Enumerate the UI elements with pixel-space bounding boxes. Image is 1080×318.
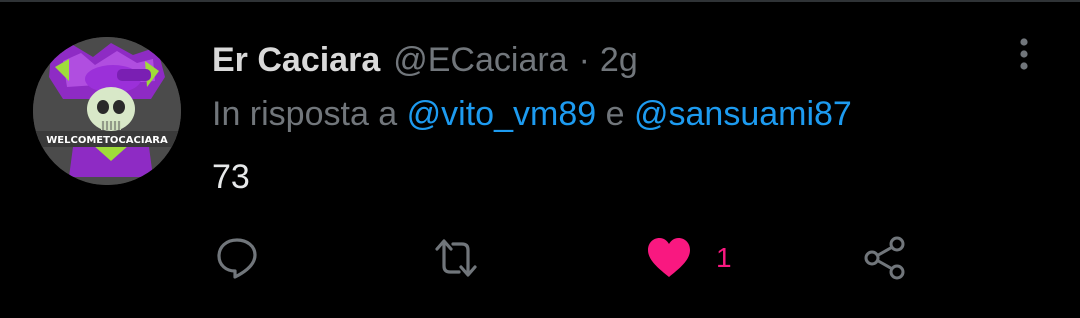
share-icon: [864, 236, 905, 280]
author-name[interactable]: Er Caciara: [212, 41, 380, 80]
top-divider: [0, 0, 1080, 2]
reply-conjunction: e: [605, 95, 625, 133]
reply-button[interactable]: [215, 236, 259, 280]
like-button[interactable]: 1: [646, 236, 732, 280]
header-separator: ·: [578, 40, 590, 79]
share-button[interactable]: [862, 236, 908, 280]
reply-context: In risposta a @vito_vm89 e @sansuami87: [212, 95, 852, 134]
reply-prefix: In risposta a: [212, 95, 398, 133]
author-handle[interactable]: @ECaciara: [393, 41, 567, 80]
avatar-banner-text: WELCOMETOCACIARA: [46, 135, 168, 146]
like-count: 1: [716, 242, 732, 273]
retweet-icon: [435, 239, 477, 277]
mention-link[interactable]: @sansuami87: [634, 95, 852, 133]
more-vertical-icon: [1020, 38, 1028, 70]
tweet-time[interactable]: 2g: [600, 41, 638, 80]
retweet-button[interactable]: [433, 236, 479, 280]
reply-icon: [217, 238, 257, 279]
avatar[interactable]: WELCOMETOCACIARA: [33, 37, 181, 185]
tweet-header: Er Caciara @ECaciara · 2g: [212, 36, 638, 84]
avatar-image: WELCOMETOCACIARA: [33, 37, 181, 185]
mention-link[interactable]: @vito_vm89: [407, 95, 596, 133]
heart-icon: [648, 238, 690, 277]
more-options-button[interactable]: [1006, 34, 1042, 74]
tweet-text: 73: [212, 158, 250, 196]
